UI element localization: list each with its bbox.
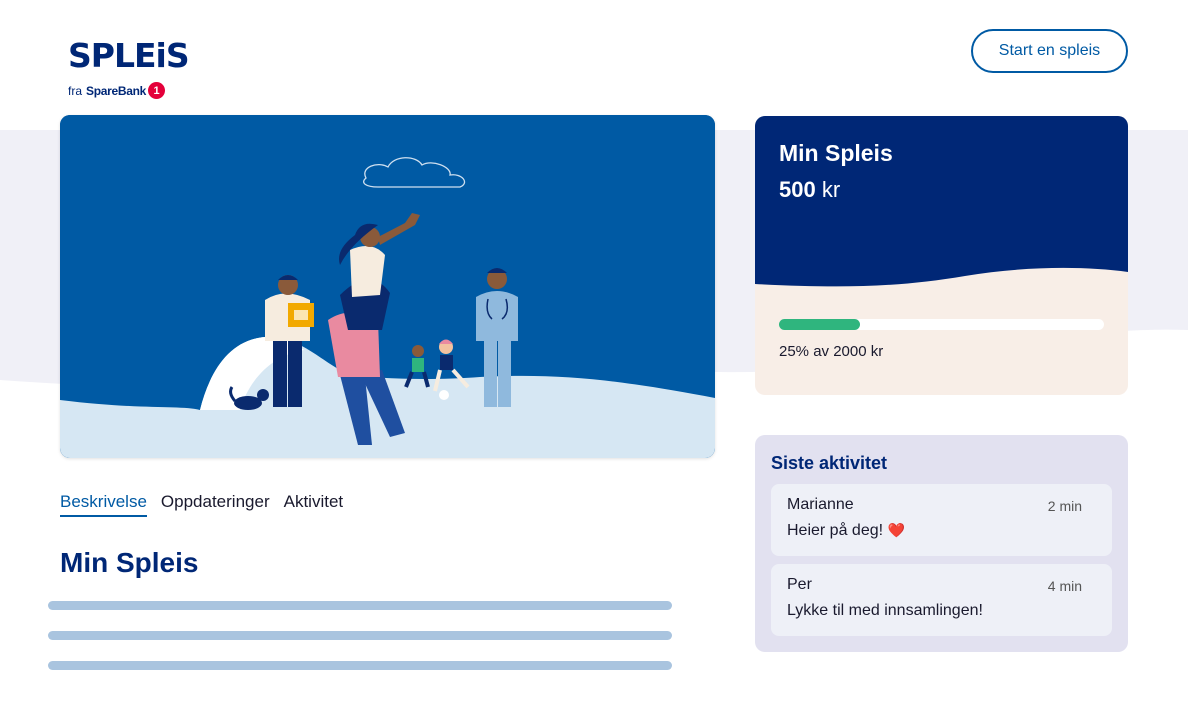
activity-time: 2 min (1047, 498, 1082, 514)
sparebank-one-icon: 1 (148, 82, 166, 99)
logo-wordmark: SPLEiS (68, 36, 190, 75)
amount-currency: kr (821, 177, 841, 202)
amount-value: 500 (779, 177, 816, 202)
logo-subline: fra SpareBank 1 (68, 82, 189, 99)
tab-aktivitet[interactable]: Aktivitet (284, 492, 344, 517)
spleis-logo[interactable]: SPLEiS fra SpareBank 1 (68, 36, 190, 99)
activity-message: Lykke til med innsamlingen! (787, 602, 983, 619)
activity-author: Marianne (787, 496, 854, 513)
heart-icon: ❤️ (887, 523, 905, 539)
activity-message: Heier på deg! ❤️ (787, 522, 905, 540)
tab-oppdateringer[interactable]: Oppdateringer (161, 492, 270, 517)
activity-time: 4 min (1047, 578, 1082, 594)
activity-item: Marianne 2 min Heier på deg! ❤️ (771, 484, 1112, 556)
activity-title: Siste aktivitet (771, 453, 888, 473)
progress-fill (779, 319, 861, 330)
description-placeholder-line (48, 601, 672, 610)
page-title: Min Spleis (60, 547, 199, 578)
progress-bar (779, 319, 1104, 330)
description-placeholder-line (48, 631, 672, 640)
activity-item: Per 4 min Lykke til med innsamlingen! (771, 564, 1112, 636)
fundraiser-summary-card: Min Spleis 500 kr 25% av 2000 kr (755, 116, 1128, 395)
logo-bank-name: SpareBank (86, 83, 147, 98)
start-spleis-button[interactable]: Start en spleis (971, 29, 1128, 73)
progress-text: 25% av 2000 kr (779, 343, 884, 360)
tab-bar: Beskrivelse Oppdateringer Aktivitet (60, 492, 343, 517)
recent-activity-panel: Siste aktivitet Marianne 2 min Heier på … (755, 435, 1128, 652)
tab-beskrivelse[interactable]: Beskrivelse (60, 492, 147, 517)
description-placeholder-line (48, 661, 672, 670)
activity-author: Per (787, 576, 812, 593)
activity-message-text: Heier på deg! (787, 522, 884, 539)
summary-amount: 500 kr (779, 177, 840, 203)
logo-sub-prefix: fra (68, 83, 83, 98)
hero-illustration (60, 115, 715, 458)
summary-title: Min Spleis (779, 140, 893, 166)
